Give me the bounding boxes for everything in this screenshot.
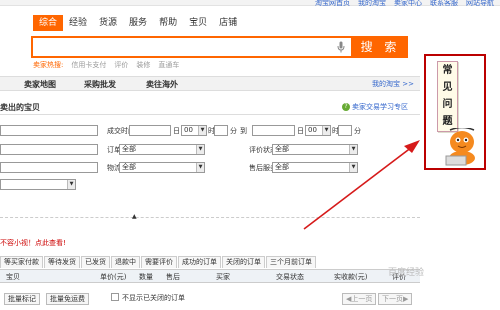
faq-char: 常 [442,65,453,76]
mascot-icon [445,128,475,166]
faq-char: 见 [442,82,453,93]
faq-widget[interactable]: 常 见 问 题 [424,54,486,170]
faq-char: 问 [442,99,453,110]
faq-note: 常 见 问 题 [437,61,458,132]
watermark: 百度经验 [388,268,425,278]
